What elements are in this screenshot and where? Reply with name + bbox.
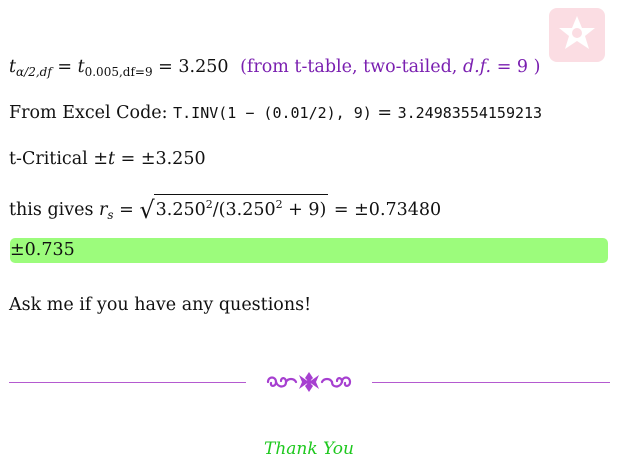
t-critical-prefix: t-Critical ± xyxy=(9,149,108,169)
ornament-divider-icon xyxy=(266,372,352,392)
excel-line: From Excel Code: T.INV(1 − (0.01/2), 9) … xyxy=(9,102,542,124)
t-critical-value: = ±3.250 xyxy=(115,149,206,169)
corner-logo-icon xyxy=(549,8,605,62)
t-subscript-2: 0.005,df=9 xyxy=(84,65,153,79)
answer-value: ±0.735 xyxy=(10,240,75,260)
table-note-close: = 9 ) xyxy=(491,57,541,77)
rs-num-base: 3.250 xyxy=(155,200,206,220)
divider-right xyxy=(372,382,610,383)
rs-num-exp: 2 xyxy=(205,198,213,211)
excel-prefix: From Excel Code: xyxy=(9,103,174,123)
divider-left xyxy=(9,382,246,383)
rs-den-tail: + 9) xyxy=(282,200,327,220)
rs-result: = ±0.73480 xyxy=(328,200,442,220)
excel-code: T.INV(1 − (0.01/2), 9) xyxy=(173,104,372,122)
t-formula-line: tα/2,df = t0.005,df=9 = 3.250 (from t-ta… xyxy=(9,56,540,83)
table-note-open: (from t-table, two-tailed, xyxy=(240,57,463,77)
t-var: t xyxy=(9,57,17,77)
rs-mid: /(3.250 xyxy=(212,200,276,220)
sqrt-body: 3.2502/(3.2502 + 9) xyxy=(153,194,329,220)
rs-equals: = xyxy=(113,200,140,220)
table-note-df: d.f. xyxy=(462,57,492,77)
answer-highlight xyxy=(10,238,608,263)
rs-line: this gives rs = √3.2502/(3.2502 + 9) = ±… xyxy=(9,194,441,226)
rs-prefix: this gives xyxy=(9,200,100,220)
equals-sign: = xyxy=(51,57,78,77)
closing-text: Ask me if you have any questions! xyxy=(9,295,312,315)
table-note: (from t-table, two-tailed, d.f. = 9 ) xyxy=(240,57,540,77)
t-value: = 3.250 xyxy=(152,57,229,77)
thank-you-text: Thank You xyxy=(263,439,354,459)
excel-equals: = xyxy=(371,103,398,123)
t-critical-line: t-Critical ±t = ±3.250 xyxy=(9,148,206,170)
t-var-2: t xyxy=(77,57,85,77)
rs-den-exp: 2 xyxy=(275,198,283,211)
excel-result: 3.24983554159213 xyxy=(397,104,543,122)
sqrt-icon: √ xyxy=(139,196,155,224)
t-subscript: α/2,df xyxy=(16,65,52,79)
t-critical-var: t xyxy=(107,149,116,169)
